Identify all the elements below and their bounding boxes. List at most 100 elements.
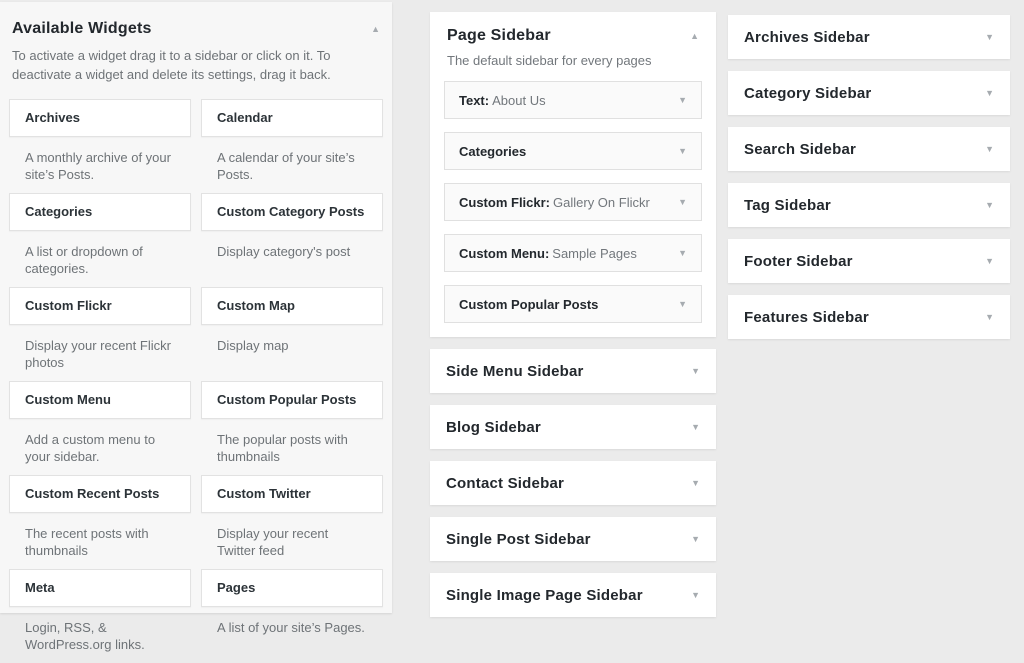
page-sidebar-title: Page Sidebar	[447, 27, 551, 45]
widget-name: Text:	[459, 93, 489, 108]
sidebar-card-features[interactable]: Features Sidebar ▼	[728, 295, 1010, 339]
available-widget-meta: Meta Login, RSS, & WordPress.org links.	[9, 569, 191, 663]
sidebar-title: Footer Sidebar	[744, 253, 853, 270]
widget-box[interactable]: Meta	[9, 569, 191, 607]
sidebar-widget-custom-popular-posts[interactable]: Custom Popular Posts ▼	[444, 285, 702, 323]
down-arrow-icon[interactable]: ▼	[985, 89, 994, 98]
widget-name: Categories	[459, 144, 526, 159]
sidebar-card-search[interactable]: Search Sidebar ▼	[728, 127, 1010, 171]
sidebar-card-tag[interactable]: Tag Sidebar ▼	[728, 183, 1010, 227]
down-arrow-icon[interactable]: ▼	[691, 367, 700, 376]
available-widget-custom-popular-posts: Custom Popular Posts The popular posts w…	[201, 381, 383, 475]
sidebar-title: Side Menu Sidebar	[446, 363, 584, 380]
widget-box[interactable]: Custom Popular Posts	[201, 381, 383, 419]
widget-detail: About Us	[492, 93, 545, 108]
available-widget-custom-menu: Custom Menu Add a custom menu to your si…	[9, 381, 191, 475]
down-arrow-icon[interactable]: ▼	[691, 479, 700, 488]
widget-name: Custom Menu	[25, 392, 111, 407]
available-widget-custom-category-posts: Custom Category Posts Display category's…	[201, 193, 383, 287]
available-widgets-title: Available Widgets	[12, 20, 152, 38]
page-sidebar-header[interactable]: Page Sidebar ▲	[444, 27, 702, 45]
widget-description: Display your recent Flickr photos	[9, 337, 191, 372]
widget-name: Meta	[25, 580, 55, 595]
down-arrow-icon[interactable]: ▼	[691, 423, 700, 432]
available-widgets-header[interactable]: Available Widgets ▲	[12, 2, 380, 38]
widget-box[interactable]: Custom Map	[201, 287, 383, 325]
widget-description: A list or dropdown of categories.	[9, 243, 191, 278]
widget-name: Custom Recent Posts	[25, 486, 159, 501]
down-arrow-icon[interactable]: ▼	[678, 300, 687, 309]
widget-name: Calendar	[217, 110, 273, 125]
widget-name: Categories	[25, 204, 92, 219]
sidebar-widget-categories[interactable]: Categories ▼	[444, 132, 702, 170]
widget-description: A calendar of your site’s Posts.	[201, 149, 383, 184]
widget-box[interactable]: Custom Flickr	[9, 287, 191, 325]
widget-box[interactable]: Custom Category Posts	[201, 193, 383, 231]
widget-box[interactable]: Custom Twitter	[201, 475, 383, 513]
available-widget-custom-recent-posts: Custom Recent Posts The recent posts wit…	[9, 475, 191, 569]
widget-description: The recent posts with thumbnails	[9, 525, 191, 560]
available-widget-categories: Categories A list or dropdown of categor…	[9, 193, 191, 287]
sidebar-title: Category Sidebar	[744, 85, 871, 102]
widget-title: Text:About Us	[459, 93, 546, 108]
widget-name: Custom Popular Posts	[459, 297, 598, 312]
up-arrow-icon[interactable]: ▲	[690, 32, 699, 41]
sidebar-card-side-menu[interactable]: Side Menu Sidebar ▼	[430, 349, 716, 393]
down-arrow-icon[interactable]: ▼	[678, 249, 687, 258]
down-arrow-icon[interactable]: ▼	[691, 535, 700, 544]
page-sidebar-card: Page Sidebar ▲ The default sidebar for e…	[430, 12, 716, 337]
down-arrow-icon[interactable]: ▼	[678, 147, 687, 156]
widget-box[interactable]: Calendar	[201, 99, 383, 137]
sidebar-title: Search Sidebar	[744, 141, 856, 158]
widget-description: The popular posts with thumbnails	[201, 431, 383, 466]
widget-description: Display category's post	[201, 243, 383, 260]
sidebar-title: Contact Sidebar	[446, 475, 564, 492]
up-arrow-icon[interactable]: ▲	[371, 25, 380, 34]
sidebar-widget-custom-menu[interactable]: Custom Menu:Sample Pages ▼	[444, 234, 702, 272]
widget-description: A list of your site’s Pages.	[201, 619, 383, 636]
sidebar-card-blog[interactable]: Blog Sidebar ▼	[430, 405, 716, 449]
available-widgets-panel: Available Widgets ▲ To activate a widget…	[0, 2, 392, 613]
right-sidebar-column: Archives Sidebar ▼ Category Sidebar ▼ Se…	[728, 15, 1010, 351]
widget-description: Login, RSS, & WordPress.org links.	[9, 619, 191, 654]
down-arrow-icon[interactable]: ▼	[985, 313, 994, 322]
widget-name: Custom Category Posts	[217, 204, 364, 219]
widget-description: A monthly archive of your site’s Posts.	[9, 149, 191, 184]
widget-description: Display map	[201, 337, 383, 354]
down-arrow-icon[interactable]: ▼	[678, 96, 687, 105]
sidebar-widget-text[interactable]: Text:About Us ▼	[444, 81, 702, 119]
widget-name: Custom Popular Posts	[217, 392, 356, 407]
sidebar-card-contact[interactable]: Contact Sidebar ▼	[430, 461, 716, 505]
widget-box[interactable]: Categories	[9, 193, 191, 231]
sidebar-card-footer[interactable]: Footer Sidebar ▼	[728, 239, 1010, 283]
widget-name: Custom Twitter	[217, 486, 311, 501]
down-arrow-icon[interactable]: ▼	[691, 591, 700, 600]
sidebar-card-category[interactable]: Category Sidebar ▼	[728, 71, 1010, 115]
sidebar-card-single-image-page[interactable]: Single Image Page Sidebar ▼	[430, 573, 716, 617]
available-widget-custom-flickr: Custom Flickr Display your recent Flickr…	[9, 287, 191, 381]
widget-box[interactable]: Custom Menu	[9, 381, 191, 419]
sidebar-widget-custom-flickr[interactable]: Custom Flickr:Gallery On Flickr ▼	[444, 183, 702, 221]
widget-name: Custom Flickr	[25, 298, 112, 313]
down-arrow-icon[interactable]: ▼	[985, 33, 994, 42]
page-sidebar-description: The default sidebar for every pages	[447, 53, 699, 68]
widget-box[interactable]: Custom Recent Posts	[9, 475, 191, 513]
sidebar-card-archives[interactable]: Archives Sidebar ▼	[728, 15, 1010, 59]
down-arrow-icon[interactable]: ▼	[985, 201, 994, 210]
widget-name: Archives	[25, 110, 80, 125]
sidebar-title: Single Image Page Sidebar	[446, 587, 643, 604]
sidebar-title: Archives Sidebar	[744, 29, 870, 46]
widgets-admin-page: { "icons": { "up_arrow": "▲", "down_arro…	[0, 0, 1024, 662]
available-widget-pages: Pages A list of your site’s Pages.	[201, 569, 383, 663]
widget-description: Display your recent Twitter feed	[201, 525, 383, 560]
sidebar-title: Single Post Sidebar	[446, 531, 591, 548]
down-arrow-icon[interactable]: ▼	[678, 198, 687, 207]
sidebar-card-single-post[interactable]: Single Post Sidebar ▼	[430, 517, 716, 561]
widget-box[interactable]: Archives	[9, 99, 191, 137]
down-arrow-icon[interactable]: ▼	[985, 145, 994, 154]
available-widgets-description: To activate a widget drag it to a sideba…	[12, 47, 370, 85]
widget-name: Custom Flickr:	[459, 195, 550, 210]
down-arrow-icon[interactable]: ▼	[985, 257, 994, 266]
sidebar-title: Features Sidebar	[744, 309, 869, 326]
widget-box[interactable]: Pages	[201, 569, 383, 607]
